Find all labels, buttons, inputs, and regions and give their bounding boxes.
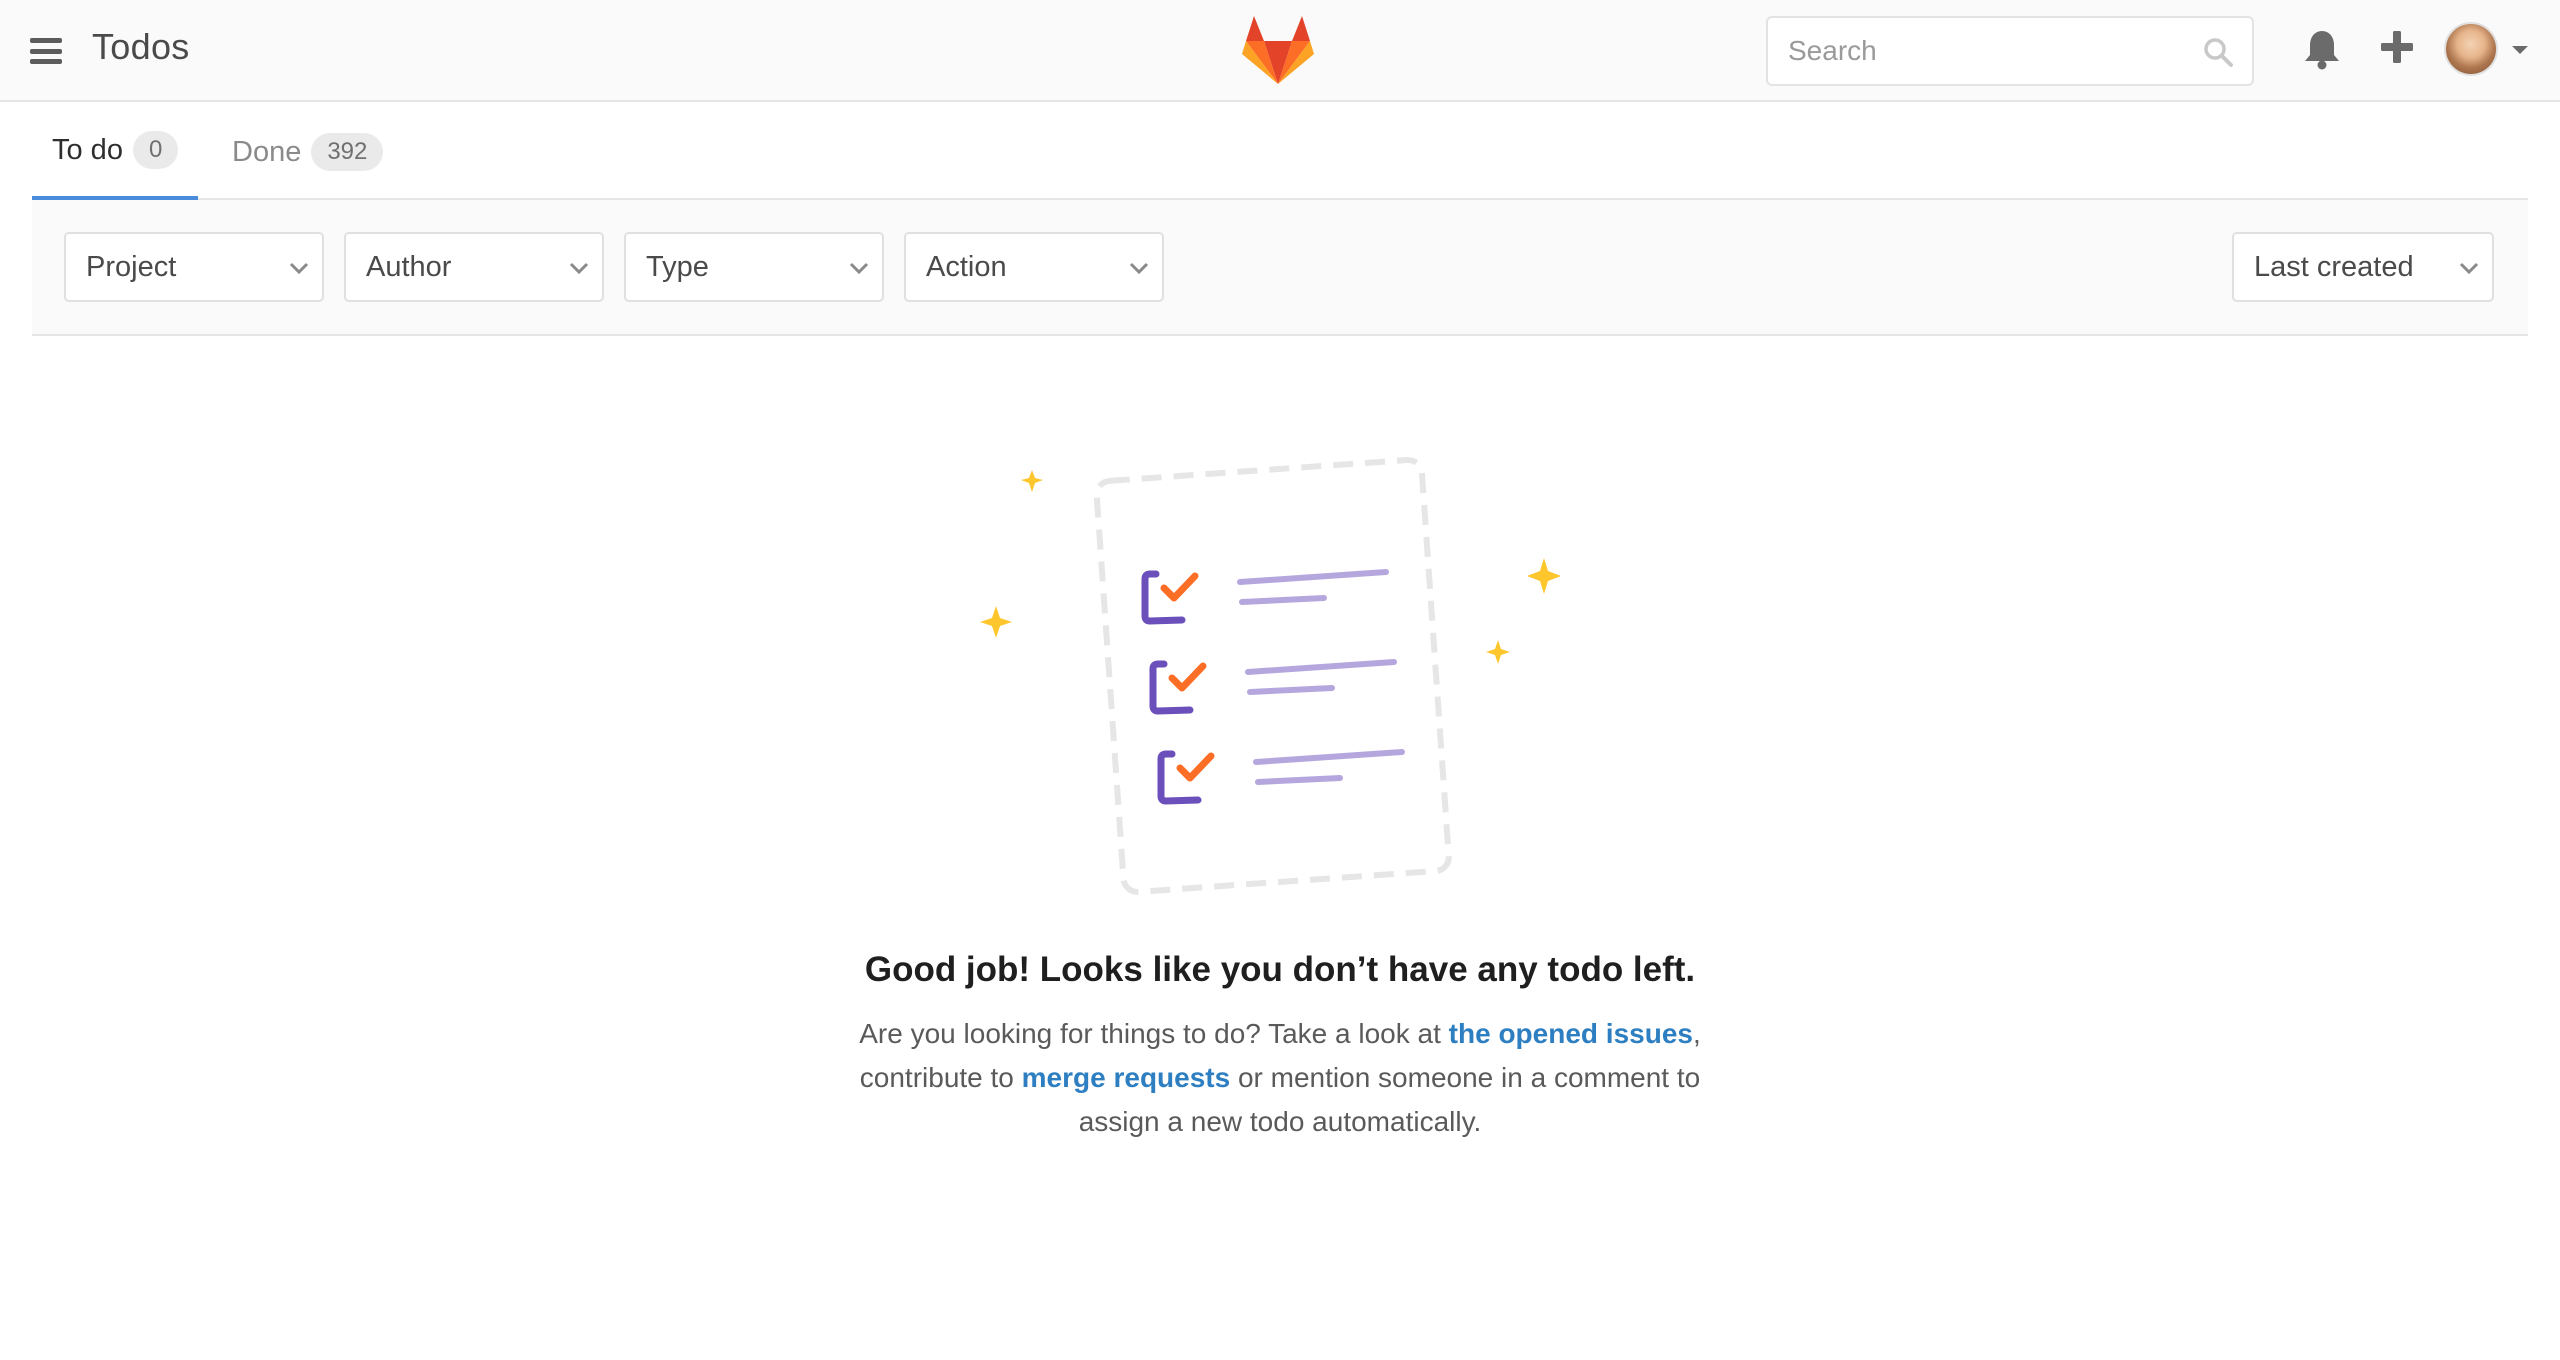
search-icon (2204, 38, 2233, 67)
sort-dropdown[interactable]: Last created (2232, 232, 2494, 302)
sparkle-icon (1527, 558, 1561, 594)
tab-label: Done (232, 135, 302, 168)
bell-icon[interactable] (2302, 28, 2342, 70)
hamburger-menu-icon[interactable] (28, 34, 64, 68)
opened-issues-link[interactable]: the opened issues (1449, 1018, 1693, 1049)
tab-to-do[interactable]: To do 0 (32, 104, 199, 200)
caret-down-icon[interactable] (2512, 46, 2528, 54)
sparkle-icon (1486, 640, 1510, 664)
top-navbar: Todos (0, 0, 2560, 102)
dropdown-label: Type (646, 251, 709, 283)
chevron-down-icon (1129, 262, 1149, 275)
merge-requests-link[interactable]: merge requests (1022, 1062, 1231, 1093)
gitlab-logo-icon[interactable] (1240, 14, 1316, 86)
dropdown-label: Author (366, 251, 452, 283)
plus-icon[interactable] (2380, 30, 2414, 64)
checklist-row (1157, 749, 1405, 805)
action-filter-dropdown[interactable]: Action (904, 232, 1164, 302)
chevron-down-icon (2459, 262, 2479, 275)
todo-checklist-illustration (980, 457, 1561, 895)
chevron-down-icon (289, 262, 309, 275)
count-badge: 392 (311, 133, 384, 171)
empty-state-title: Good job! Looks like you don’t have any … (864, 950, 1696, 989)
type-filter-dropdown[interactable]: Type (624, 232, 884, 302)
tab-label: To do (52, 133, 123, 166)
todo-tabs: To do 0 Done 392 (32, 104, 2528, 200)
checklist-row (1141, 569, 1389, 625)
empty-state-text: Are you looking for things to do? Take a… (840, 1012, 1720, 1144)
count-badge: 0 (132, 131, 179, 169)
page-title: Todos (92, 26, 190, 67)
search-field[interactable] (1766, 16, 2254, 86)
dropdown-label: Last created (2254, 251, 2414, 283)
checklist-row (1149, 659, 1397, 715)
user-avatar[interactable] (2444, 22, 2498, 76)
sparkle-icon (1021, 470, 1043, 492)
sparkle-icon (980, 606, 1012, 638)
paper-outline (1093, 457, 1452, 895)
dropdown-label: Project (86, 251, 177, 283)
filter-bar: Project Author Type Action Last created (32, 200, 2528, 336)
chevron-down-icon (569, 262, 589, 275)
author-filter-dropdown[interactable]: Author (344, 232, 604, 302)
empty-text-part: Are you looking for things to do? Take a… (859, 1018, 1449, 1049)
chevron-down-icon (849, 262, 869, 275)
search-input[interactable] (1788, 19, 2188, 83)
project-filter-dropdown[interactable]: Project (64, 232, 324, 302)
dropdown-label: Action (926, 251, 1007, 283)
tab-done[interactable]: Done 392 (212, 104, 403, 200)
